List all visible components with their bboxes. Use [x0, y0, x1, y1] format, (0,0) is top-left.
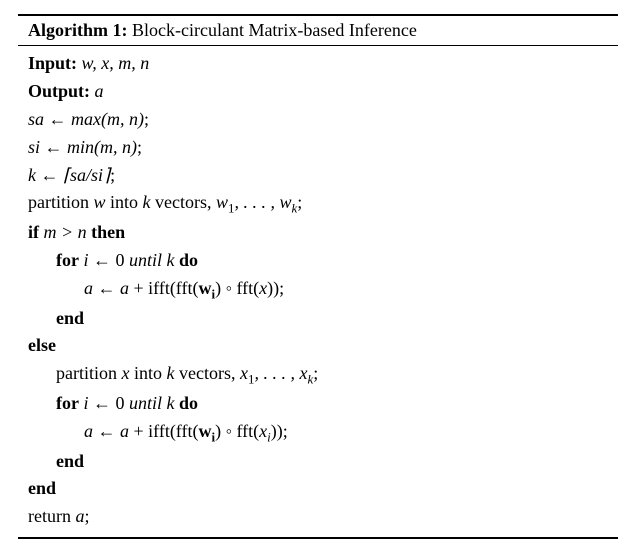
pw-g: , . . . , — [235, 192, 280, 212]
for2-line: for i ← 0 until k do — [28, 390, 614, 418]
px-f: x — [240, 363, 248, 383]
assign-arrow: ← — [89, 393, 116, 413]
for1-end: k — [167, 250, 175, 270]
end-for2: end — [28, 448, 614, 476]
algorithm-block: Algorithm 1: Block-circulant Matrix-base… — [18, 14, 618, 539]
u1-p1: a — [120, 278, 129, 298]
assign-arrow: ← — [93, 421, 120, 441]
output-line: Output: a — [28, 78, 614, 106]
for2-start: 0 — [116, 393, 125, 413]
px-d: k — [167, 363, 175, 383]
for2-end: k — [167, 393, 175, 413]
assign-arrow: ← — [36, 165, 63, 185]
u2-p3: ) ◦ fft( — [215, 421, 259, 441]
px-g: , . . . , — [254, 363, 299, 383]
if-cond: m > n — [44, 222, 87, 242]
semi: ; — [297, 192, 302, 212]
u2-p2: + ifft(fft( — [129, 421, 198, 441]
update2-line: a ← a + ifft(fft(wi) ◦ fft(xi)); — [28, 418, 614, 448]
semi: ; — [313, 363, 318, 383]
u1-p3: ) ◦ fft( — [215, 278, 259, 298]
end-kw: end — [56, 308, 84, 328]
u1-x: x — [259, 278, 267, 298]
px-e: vectors, — [175, 363, 240, 383]
until-kw: until — [129, 250, 162, 270]
for-kw: for — [56, 250, 79, 270]
pw-c: into — [106, 192, 143, 212]
do-kw: do — [179, 250, 198, 270]
algorithm-label: Algorithm 1: — [28, 20, 127, 40]
u2-w: w — [198, 421, 211, 441]
pw-f: w — [216, 192, 228, 212]
for-kw: for — [56, 393, 79, 413]
do-kw: do — [179, 393, 198, 413]
if-kw: if — [28, 222, 39, 242]
input-line: Input: w, x, m, n — [28, 50, 614, 78]
rule-bottom — [18, 537, 618, 539]
for1-start: 0 — [116, 250, 125, 270]
pw-h: w — [280, 192, 292, 212]
u2-p1: a — [120, 421, 129, 441]
then-kw: then — [91, 222, 125, 242]
sa-lhs: sa — [28, 109, 44, 129]
semi: ; — [84, 506, 89, 526]
if-line: if m > n then — [28, 219, 614, 247]
until-kw: until — [129, 393, 162, 413]
px-a: partition — [56, 363, 122, 383]
px-c: into — [130, 363, 167, 383]
pw-d: k — [143, 192, 151, 212]
sa-rhs: max(m, n) — [71, 109, 144, 129]
assign-arrow: ← — [93, 278, 120, 298]
partition-x-line: partition x into k vectors, x1, . . . , … — [28, 360, 614, 390]
assign-arrow: ← — [40, 137, 67, 157]
k-lhs: k — [28, 165, 36, 185]
else-kw: else — [28, 335, 56, 355]
end-if: end — [28, 475, 614, 503]
si-rhs: min(m, n) — [67, 137, 137, 157]
u1-p2: + ifft(fft( — [129, 278, 198, 298]
input-vars: w, x, m, n — [82, 53, 150, 73]
assign-arrow: ← — [89, 250, 116, 270]
semi: ; — [110, 165, 115, 185]
algorithm-title: Block-circulant Matrix-based Inference — [132, 20, 417, 40]
u2-p4: )); — [271, 421, 288, 441]
pw-a: partition — [28, 192, 94, 212]
assign-k-line: k ← ⌈sa/si⌉; — [28, 162, 614, 190]
algorithm-title-row: Algorithm 1: Block-circulant Matrix-base… — [18, 16, 618, 45]
algorithm-body: Input: w, x, m, n Output: a sa ← max(m, … — [18, 46, 618, 537]
input-keyword: Input: — [28, 53, 77, 73]
output-keyword: Output: — [28, 81, 90, 101]
output-vars: a — [95, 81, 104, 101]
assign-sa-line: sa ← max(m, n); — [28, 106, 614, 134]
end-kw: end — [28, 478, 56, 498]
u2-x: x — [259, 421, 267, 441]
semi: ; — [144, 109, 149, 129]
k-rhs: ⌈sa/si⌉ — [63, 165, 110, 185]
update1-line: a ← a + ifft(fft(wi) ◦ fft(x)); — [28, 275, 614, 305]
else-line: else — [28, 332, 614, 360]
assign-si-line: si ← min(m, n); — [28, 134, 614, 162]
px-b: x — [122, 363, 130, 383]
return-line: return a; — [28, 503, 614, 531]
si-lhs: si — [28, 137, 40, 157]
u1-p4: )); — [267, 278, 284, 298]
end-kw: end — [56, 451, 84, 471]
return-kw: return — [28, 506, 75, 526]
for1-line: for i ← 0 until k do — [28, 247, 614, 275]
partition-w-line: partition w into k vectors, w1, . . . , … — [28, 189, 614, 219]
semi: ; — [137, 137, 142, 157]
pw-b: w — [94, 192, 106, 212]
u1-w: w — [198, 278, 211, 298]
end-for1: end — [28, 305, 614, 333]
assign-arrow: ← — [44, 109, 71, 129]
pw-e: vectors, — [151, 192, 216, 212]
u2-lhs: a — [84, 421, 93, 441]
u1-lhs: a — [84, 278, 93, 298]
